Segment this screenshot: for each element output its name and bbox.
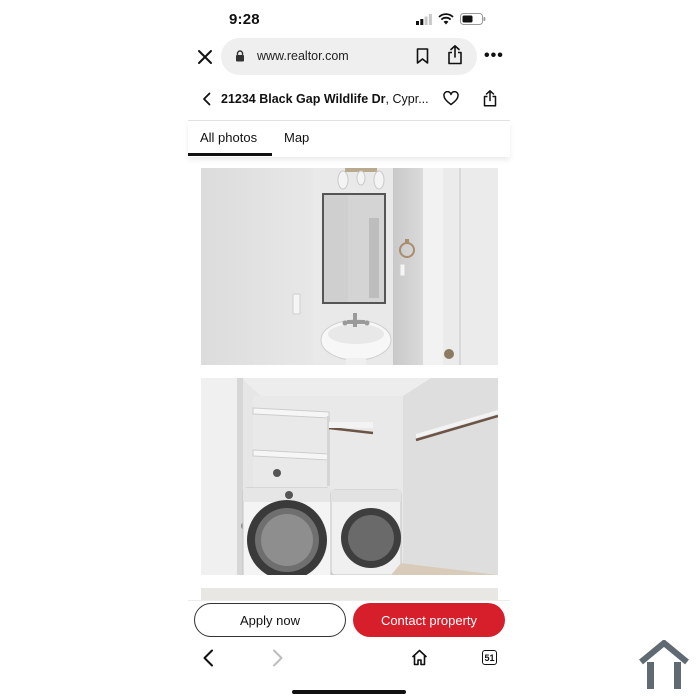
tab-all-photos[interactable]: All photos [200, 130, 257, 145]
lock-icon [236, 50, 244, 62]
favorite-heart-icon[interactable] [443, 91, 459, 106]
forward-arrow-icon[interactable] [272, 649, 284, 667]
contact-property-button[interactable]: Contact property [353, 603, 505, 637]
tab-count: 51 [484, 652, 495, 663]
status-time: 9:28 [229, 11, 260, 28]
more-options-icon[interactable]: ••• [484, 48, 504, 64]
url-text[interactable]: www.realtor.com [257, 49, 349, 63]
tabs-count-button[interactable]: 51 [482, 650, 497, 665]
mobile-browser: 9:28 www.realtor.com ••• 21234 Black Gap… [188, 0, 510, 700]
status-icons [416, 12, 486, 26]
home-indicator [292, 690, 406, 694]
bookmark-icon[interactable] [416, 48, 429, 64]
apply-now-button[interactable]: Apply now [194, 603, 346, 637]
listing-header: 21234 Black Gap Wildlife Dr, Cypr... [188, 80, 510, 121]
battery-icon [460, 13, 486, 25]
back-chevron-icon[interactable] [202, 92, 212, 106]
action-bar: Apply now Contact property [188, 600, 510, 643]
listing-photo-laundry[interactable] [201, 378, 498, 575]
close-icon[interactable] [195, 47, 215, 67]
signal-icon [416, 13, 432, 25]
browser-toolbar: www.realtor.com ••• [188, 38, 510, 78]
address-street: 21234 Black Gap Wildlife Dr [221, 92, 386, 106]
tab-map[interactable]: Map [284, 130, 309, 145]
home-icon[interactable] [411, 649, 428, 666]
share-icon[interactable] [447, 45, 463, 65]
back-arrow-icon[interactable] [202, 649, 214, 667]
active-tab-indicator [188, 153, 272, 156]
house-logo-icon [639, 640, 689, 689]
status-bar: 9:28 [188, 0, 510, 38]
listing-photo-bathroom[interactable] [201, 168, 498, 365]
listing-address: 21234 Black Gap Wildlife Dr, Cypr... [221, 92, 431, 106]
share-listing-icon[interactable] [483, 90, 497, 107]
browser-bottom-nav: 51 [188, 642, 510, 676]
photo-tabs: All photos Map [188, 121, 510, 157]
listing-photo-next[interactable] [201, 588, 498, 600]
address-city: , Cypr... [385, 92, 429, 106]
wifi-icon [438, 13, 454, 25]
